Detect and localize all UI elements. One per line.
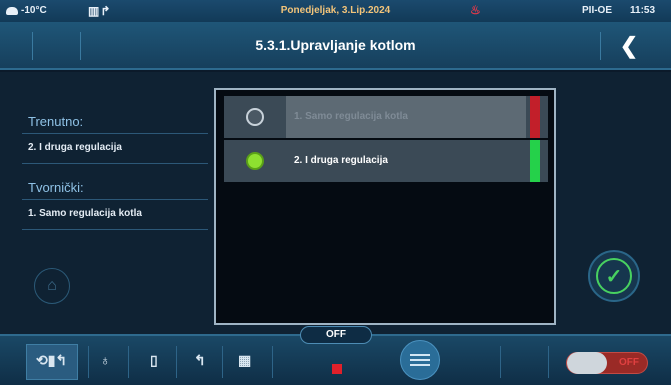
page-title: 5.3.1.Upravljanje kotlom bbox=[255, 37, 416, 53]
tank-icon[interactable]: ▯ bbox=[150, 352, 158, 369]
divider bbox=[128, 346, 129, 378]
power-toggle[interactable]: OFF bbox=[566, 352, 648, 374]
toggle-knob bbox=[567, 352, 607, 374]
system-mode: PII-OE bbox=[582, 5, 613, 16]
option-label: 2. I druga regulacija bbox=[294, 155, 388, 166]
confirm-button[interactable]: ✓ bbox=[588, 250, 640, 302]
status-bar-indicator bbox=[530, 96, 540, 138]
header: 5.3.1.Upravljanje kotlom ❮ bbox=[0, 22, 671, 70]
radiator-icon[interactable]: ▦ bbox=[238, 352, 251, 369]
divider bbox=[500, 346, 501, 378]
off-button[interactable]: OFF bbox=[300, 326, 372, 344]
menu-icon-line bbox=[410, 359, 430, 361]
home-button[interactable]: ⌂ bbox=[34, 268, 70, 304]
divider bbox=[272, 346, 273, 378]
menu-icon-line bbox=[410, 364, 430, 366]
stop-icon[interactable] bbox=[332, 364, 342, 374]
factory-heading: Tvornički: bbox=[28, 180, 84, 195]
alarm-flame-icon: ♨ bbox=[470, 3, 481, 17]
header-divider bbox=[600, 32, 601, 60]
date: Ponedjeljak, 3.Lip.2024 bbox=[280, 5, 391, 16]
current-value: 2. I druga regulacija bbox=[22, 133, 208, 164]
home-icon: ⌂ bbox=[47, 277, 57, 294]
status-bar: -10°C ▥↱ Ponedjeljak, 3.Lip.2024 ♨ PII-O… bbox=[0, 0, 671, 22]
radio-unselected-icon[interactable] bbox=[246, 108, 264, 126]
status-bar-indicator bbox=[530, 140, 540, 182]
toggle-label: OFF bbox=[619, 357, 639, 368]
divider bbox=[176, 346, 177, 378]
option-list: 1. Samo regulacija kotla 2. I druga regu… bbox=[214, 88, 556, 325]
check-icon: ✓ bbox=[596, 258, 632, 294]
auto-mode-icon: ⟲▮↰ bbox=[36, 352, 68, 368]
menu-button[interactable] bbox=[400, 340, 440, 380]
option-item-i-druga-regulacija[interactable]: 2. I druga regulacija bbox=[224, 140, 548, 182]
flame-icon[interactable]: ♁ bbox=[100, 352, 111, 368]
radio-selected-icon[interactable] bbox=[246, 152, 264, 170]
info-panel: Trenutno: 2. I druga regulacija Tvorničk… bbox=[22, 98, 208, 230]
clock: 11:53 bbox=[630, 5, 656, 16]
option-item-samo-regulacija-kotla[interactable]: 1. Samo regulacija kotla bbox=[224, 96, 548, 138]
chevron-left-icon: ❮ bbox=[619, 33, 639, 58]
menu-icon-line bbox=[410, 354, 430, 356]
current-heading: Trenutno: bbox=[28, 114, 84, 129]
divider bbox=[222, 346, 223, 378]
tap-icon[interactable]: ↰ bbox=[194, 352, 206, 369]
option-label: 1. Samo regulacija kotla bbox=[294, 111, 408, 122]
divider bbox=[88, 346, 89, 378]
back-button[interactable]: ❮ bbox=[612, 30, 646, 62]
factory-value: 1. Samo regulacija kotla bbox=[22, 199, 208, 230]
divider bbox=[548, 346, 549, 378]
